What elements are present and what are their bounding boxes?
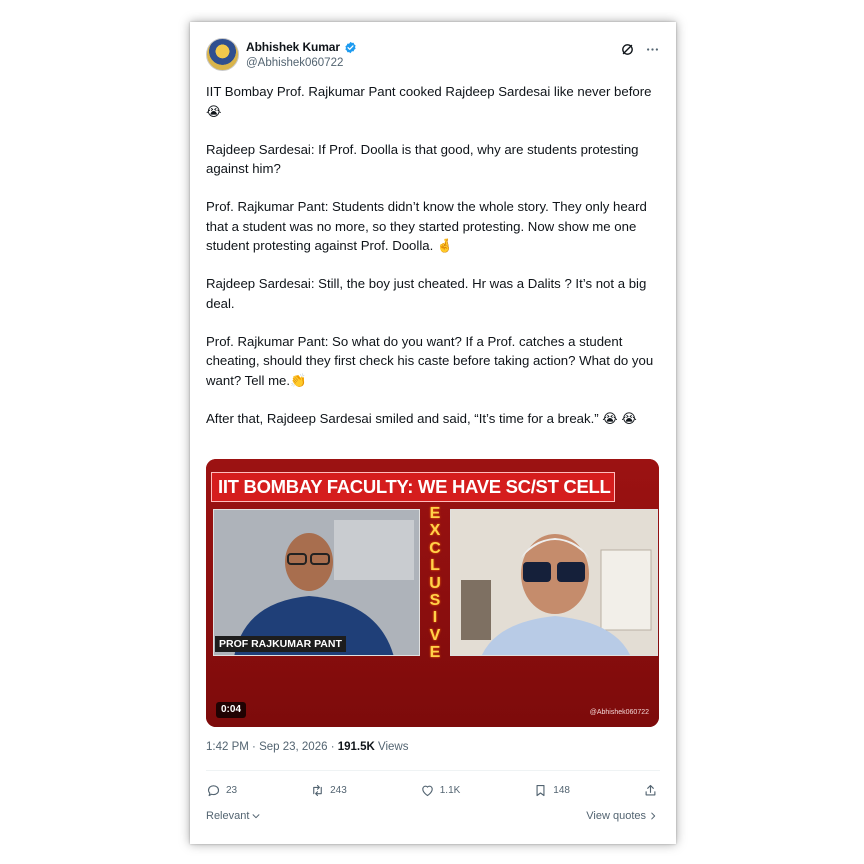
exclusive-letter: V bbox=[429, 626, 441, 644]
views-count: 191.5K bbox=[337, 741, 375, 753]
video-frame-left bbox=[213, 509, 420, 656]
verified-badge-icon bbox=[345, 41, 356, 53]
tweet-text: IIT Bombay Prof. Rajkumar Pant cooked Ra… bbox=[206, 82, 662, 447]
tweet-paragraph: After that, Rajdeep Sardesai smiled and … bbox=[206, 410, 637, 426]
tweet-paragraph: Rajdeep Sardesai: Still, the boy just ch… bbox=[206, 276, 650, 311]
reply-button[interactable]: 23 bbox=[206, 783, 237, 798]
avatar[interactable] bbox=[206, 38, 239, 71]
tweet-paragraph: IIT Bombay Prof. Rajkumar Pant cooked Ra… bbox=[206, 84, 656, 119]
meta-separator: · bbox=[330, 741, 338, 753]
header-actions bbox=[620, 42, 660, 57]
speaker-nameplate: PROF RAJKUMAR PANT bbox=[215, 636, 346, 652]
sort-replies-dropdown[interactable]: Relevant bbox=[206, 810, 261, 822]
repost-count: 243 bbox=[330, 784, 347, 796]
chevron-down-icon bbox=[253, 814, 260, 819]
views-label: Views bbox=[378, 741, 409, 753]
heart-icon bbox=[422, 785, 433, 796]
view-quotes-link[interactable]: View quotes bbox=[586, 810, 658, 822]
repost-button[interactable]: 243 bbox=[310, 783, 347, 798]
speaker-left-figure bbox=[214, 510, 419, 655]
replies-footer: Relevant View quotes bbox=[206, 808, 658, 824]
video-watermark: @Abhishek060722 bbox=[589, 709, 649, 716]
like-count: 1.1K bbox=[439, 784, 461, 796]
tweet-paragraph: Prof. Rajkumar Pant: Students didn’t kno… bbox=[206, 199, 651, 253]
reply-icon bbox=[207, 784, 220, 796]
tweet-card: Abhishek Kumar @Abhishek060722 IIT Bomba… bbox=[190, 22, 676, 844]
exclusive-letter: X bbox=[429, 522, 441, 540]
grok-icon[interactable] bbox=[620, 42, 635, 57]
tweet-header: Abhishek Kumar @Abhishek060722 bbox=[206, 36, 662, 76]
speaker-right-figure bbox=[451, 510, 657, 655]
repost-icon bbox=[313, 784, 322, 796]
bookmark-button[interactable]: 148 bbox=[533, 783, 570, 798]
more-icon[interactable] bbox=[645, 42, 660, 57]
exclusive-letter: I bbox=[432, 609, 438, 627]
meta-separator: · bbox=[252, 741, 260, 753]
tweet-paragraph: Rajdeep Sardesai: If Prof. Doolla is tha… bbox=[206, 141, 643, 177]
exclusive-letter: E bbox=[429, 644, 441, 662]
tweet-meta: 1:42 PM · Sep 23, 2026 · 191.5K Views bbox=[206, 741, 408, 753]
sort-label: Relevant bbox=[206, 810, 250, 822]
like-button[interactable]: 1.1K bbox=[420, 783, 461, 798]
post-time[interactable]: 1:42 PM bbox=[206, 741, 249, 753]
share-icon bbox=[645, 784, 656, 795]
video-player[interactable]: IIT BOMBAY FACULTY: WE HAVE SC/ST CELL E… bbox=[206, 459, 659, 727]
post-date[interactable]: Sep 23, 2026 bbox=[259, 741, 327, 753]
reply-count: 23 bbox=[226, 784, 238, 796]
exclusive-letter: E bbox=[429, 505, 441, 522]
video-duration: 0:04 bbox=[216, 702, 247, 718]
author-name-row: Abhishek Kumar bbox=[246, 40, 357, 54]
exclusive-letter: U bbox=[429, 574, 441, 592]
video-banner: IIT BOMBAY FACULTY: WE HAVE SC/ST CELL bbox=[211, 472, 615, 502]
tweet-paragraph: Prof. Rajkumar Pant: So what do you want… bbox=[206, 333, 657, 388]
video-frame-right bbox=[450, 509, 658, 656]
view-quotes-label: View quotes bbox=[586, 810, 646, 822]
exclusive-label: EXCLUSIVE bbox=[426, 505, 444, 662]
exclusive-letter: C bbox=[429, 539, 441, 557]
bookmark-count: 148 bbox=[553, 784, 570, 796]
divider bbox=[206, 770, 660, 771]
author-handle[interactable]: @Abhishek060722 bbox=[246, 57, 343, 69]
chevron-right-icon bbox=[651, 812, 656, 820]
bookmark-icon bbox=[536, 784, 545, 796]
action-bar: 23 243 1.1K 148 bbox=[206, 779, 658, 801]
exclusive-letter: S bbox=[429, 592, 441, 610]
share-button[interactable] bbox=[643, 783, 658, 798]
exclusive-letter: L bbox=[430, 557, 440, 575]
author-name[interactable]: Abhishek Kumar bbox=[246, 40, 340, 54]
